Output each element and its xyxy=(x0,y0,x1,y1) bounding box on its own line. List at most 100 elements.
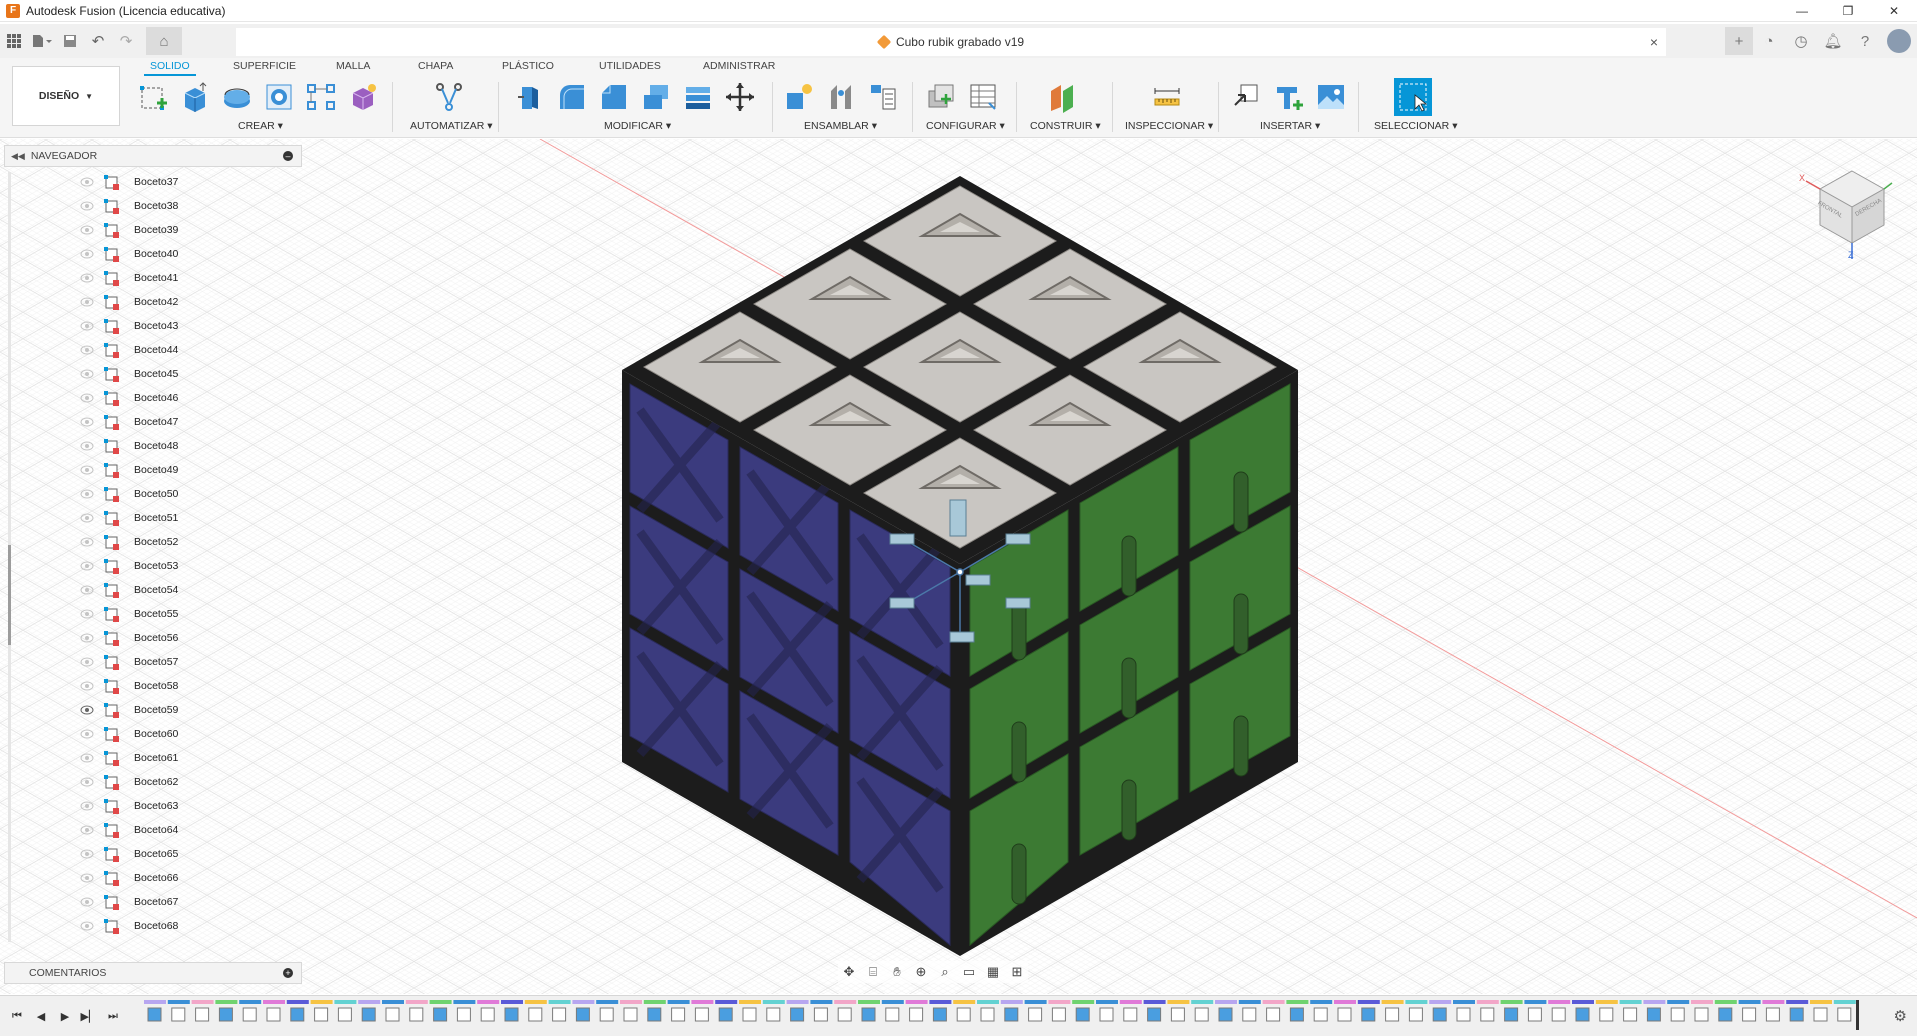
browser-item[interactable]: Boceto46 xyxy=(0,388,190,410)
timeline-feature[interactable] xyxy=(1694,1007,1709,1022)
browser-item[interactable]: Boceto66 xyxy=(0,868,190,890)
automate-icon[interactable] xyxy=(432,80,466,114)
timeline-feature[interactable] xyxy=(218,1007,233,1022)
timeline-feature[interactable] xyxy=(528,1007,543,1022)
eye-hidden-icon[interactable] xyxy=(80,225,94,235)
eye-hidden-icon[interactable] xyxy=(80,561,94,571)
new-tab-icon[interactable]: + xyxy=(1725,27,1753,55)
collapse-panel-icon[interactable]: ◀◀ xyxy=(11,151,25,162)
form-icon[interactable] xyxy=(346,80,380,114)
browser-item[interactable]: Boceto49 xyxy=(0,460,190,482)
timeline-feature[interactable] xyxy=(1266,1007,1281,1022)
timeline-feature[interactable] xyxy=(1456,1007,1471,1022)
timeline-feature[interactable] xyxy=(718,1007,733,1022)
eye-icon[interactable] xyxy=(80,705,94,715)
timeline-feature[interactable] xyxy=(1051,1007,1066,1022)
group-seleccionar[interactable]: SELECCIONAR ▾ xyxy=(1374,120,1457,132)
timeline-feature[interactable] xyxy=(456,1007,471,1022)
browser-item[interactable]: Boceto38 xyxy=(0,196,190,218)
timeline-feature[interactable] xyxy=(504,1007,519,1022)
timeline-feature[interactable] xyxy=(1337,1007,1352,1022)
group-automatizar[interactable]: AUTOMATIZAR ▾ xyxy=(410,120,492,132)
timeline-feature[interactable] xyxy=(647,1007,662,1022)
timeline-feature[interactable] xyxy=(314,1007,329,1022)
eye-hidden-icon[interactable] xyxy=(80,681,94,691)
eye-hidden-icon[interactable] xyxy=(80,201,94,211)
document-tab[interactable]: Cubo rubik grabado v19 × xyxy=(236,28,1666,56)
grid-settings-icon[interactable]: ▦ xyxy=(982,962,1004,982)
browser-item[interactable]: Boceto45 xyxy=(0,364,190,386)
browser-item[interactable]: Boceto53 xyxy=(0,556,190,578)
close-button[interactable]: ✕ xyxy=(1871,0,1917,22)
press-pull-icon[interactable] xyxy=(513,80,547,114)
browser-item[interactable]: Boceto52 xyxy=(0,532,190,554)
data-panel-grid-icon[interactable] xyxy=(0,27,28,55)
timeline-feature[interactable] xyxy=(433,1007,448,1022)
measure-icon[interactable] xyxy=(1150,80,1184,114)
timeline-settings-icon[interactable]: ⚙ xyxy=(1894,1007,1907,1025)
browser-item[interactable]: Boceto43 xyxy=(0,316,190,338)
timeline-feature[interactable] xyxy=(1242,1007,1257,1022)
timeline-feature[interactable] xyxy=(790,1007,805,1022)
eye-hidden-icon[interactable] xyxy=(80,537,94,547)
timeline-feature[interactable] xyxy=(1408,1007,1423,1022)
group-construir[interactable]: CONSTRUIR ▾ xyxy=(1030,120,1101,132)
browser-item[interactable]: Boceto65 xyxy=(0,844,190,866)
revolve-icon[interactable] xyxy=(220,80,254,114)
timeline-feature[interactable] xyxy=(1837,1007,1852,1022)
eye-hidden-icon[interactable] xyxy=(80,393,94,403)
close-tab-icon[interactable]: × xyxy=(1650,34,1658,50)
timeline-feature[interactable] xyxy=(1599,1007,1614,1022)
browser-header[interactable]: ◀◀ NAVEGADOR – xyxy=(4,145,302,167)
new-component-icon[interactable] xyxy=(782,80,816,114)
timeline-feature[interactable] xyxy=(1218,1007,1233,1022)
timeline-feature[interactable] xyxy=(480,1007,495,1022)
group-ensamblar[interactable]: ENSAMBLAR ▾ xyxy=(804,120,877,132)
save-icon[interactable] xyxy=(56,27,84,55)
timeline-feature[interactable] xyxy=(266,1007,281,1022)
chamfer-icon[interactable] xyxy=(597,80,631,114)
browser-item[interactable]: Boceto55 xyxy=(0,604,190,626)
timeline-feature[interactable] xyxy=(837,1007,852,1022)
panel-minimize-icon[interactable]: – xyxy=(283,151,293,161)
eye-hidden-icon[interactable] xyxy=(80,441,94,451)
eye-hidden-icon[interactable] xyxy=(80,321,94,331)
timeline-feature[interactable] xyxy=(290,1007,305,1022)
timeline-feature[interactable] xyxy=(1551,1007,1566,1022)
timeline-feature[interactable] xyxy=(813,1007,828,1022)
timeline-feature[interactable] xyxy=(909,1007,924,1022)
joint-icon[interactable] xyxy=(824,80,858,114)
browser-item[interactable]: Boceto63 xyxy=(0,796,190,818)
job-status-icon[interactable]: ◷ xyxy=(1785,25,1817,57)
tab-superficie[interactable]: SUPERFICIE xyxy=(233,60,296,72)
group-modificar[interactable]: MODIFICAR ▾ xyxy=(604,120,671,132)
extensions-icon[interactable]: ◔ xyxy=(1753,25,1785,57)
browser-item[interactable]: Boceto58 xyxy=(0,676,190,698)
browser-item[interactable]: Boceto44 xyxy=(0,340,190,362)
timeline-features[interactable] xyxy=(144,1000,1866,1032)
create-sketch-icon[interactable] xyxy=(136,80,170,114)
viewcube[interactable]: X Z FRONTAL DERECHA xyxy=(1799,163,1900,263)
insert-derive-icon[interactable] xyxy=(1230,80,1264,114)
timeline-feature[interactable] xyxy=(1670,1007,1685,1022)
eye-hidden-icon[interactable] xyxy=(80,609,94,619)
timeline-feature[interactable] xyxy=(885,1007,900,1022)
browser-item[interactable]: Boceto64 xyxy=(0,820,190,842)
browser-item[interactable]: Boceto62 xyxy=(0,772,190,794)
timeline-feature[interactable] xyxy=(1718,1007,1733,1022)
timeline-feature[interactable] xyxy=(1194,1007,1209,1022)
eye-hidden-icon[interactable] xyxy=(80,897,94,907)
browser-item[interactable]: Boceto67 xyxy=(0,892,190,914)
eye-hidden-icon[interactable] xyxy=(80,753,94,763)
viewport-canvas[interactable]: X Z FRONTAL DERECHA xyxy=(0,138,1917,994)
timeline-feature[interactable] xyxy=(694,1007,709,1022)
eye-hidden-icon[interactable] xyxy=(80,465,94,475)
home-icon[interactable]: ⌂ xyxy=(146,27,182,55)
timeline-feature[interactable] xyxy=(1028,1007,1043,1022)
browser-item[interactable]: Boceto68 xyxy=(0,916,190,938)
group-configurar[interactable]: CONFIGURAR ▾ xyxy=(926,120,1005,132)
timeline-feature[interactable] xyxy=(1123,1007,1138,1022)
timeline-feature[interactable] xyxy=(1289,1007,1304,1022)
eye-hidden-icon[interactable] xyxy=(80,513,94,523)
timeline-feature[interactable] xyxy=(861,1007,876,1022)
